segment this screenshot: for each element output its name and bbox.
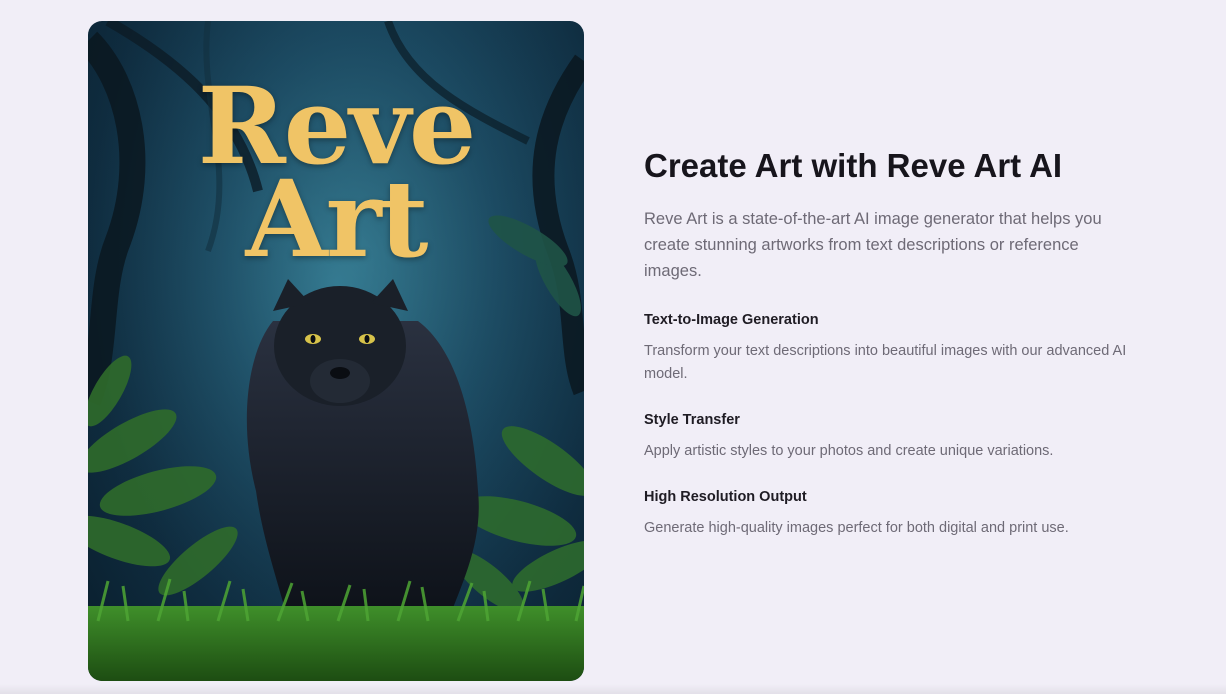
feature-description: Apply artistic styles to your photos and… [644, 442, 1054, 459]
feature-title: High Resolution Output [644, 488, 807, 505]
artwork-title-line-2: Art [245, 156, 428, 282]
feature-description: Transform your text descriptions into be… [644, 342, 1127, 382]
showcase-artwork-image: Reve Art [88, 21, 584, 681]
feature-title: Style Transfer [644, 411, 740, 428]
artwork-title-text: Reve Art [88, 72, 584, 282]
bottom-edge-shadow [0, 684, 1226, 694]
feature-title: Text-to-Image Generation [644, 311, 819, 328]
feature-section: Create Art with Reve Art AI Reve Art is … [644, 146, 1134, 540]
page: Reve Art Create Art with Reve Art AI Rev… [0, 0, 1226, 694]
section-headline: Create Art with Reve Art AI [644, 147, 1063, 184]
feature-text-to-image: Text-to-Image Generation Transform your … [644, 310, 1134, 386]
feature-style-transfer: Style Transfer Apply artistic styles to … [644, 410, 1134, 463]
section-intro: Reve Art is a state-of-the-art AI image … [644, 209, 1102, 280]
feature-high-resolution: High Resolution Output Generate high-qua… [644, 487, 1134, 540]
feature-description: Generate high-quality images perfect for… [644, 519, 1069, 536]
